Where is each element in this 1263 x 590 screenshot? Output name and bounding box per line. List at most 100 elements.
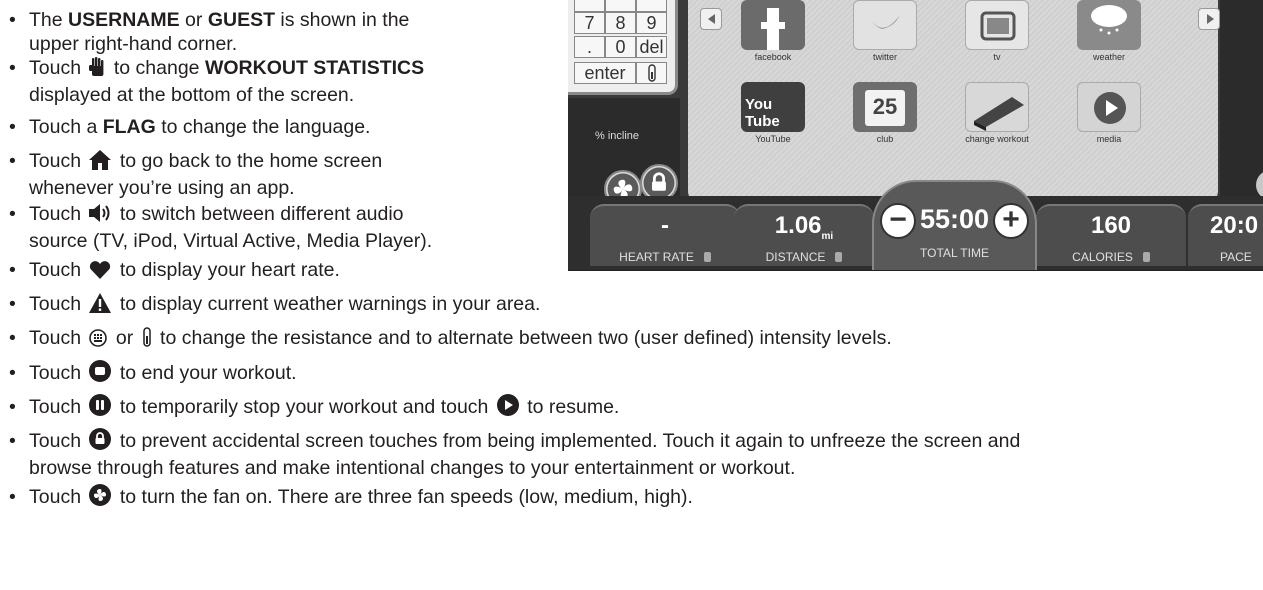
bullet-text: to change the language. <box>155 116 371 138</box>
bullet-text: Touch <box>29 259 87 281</box>
calendar-icon[interactable]: 25 <box>853 82 917 132</box>
bullet-dot: • <box>9 57 16 79</box>
media-play-icon[interactable] <box>1077 82 1141 132</box>
calendar-day: 25 <box>872 94 898 119</box>
app-label-weather: weather <box>1092 52 1126 62</box>
keypad-enter[interactable]: enter <box>574 62 636 84</box>
app-label-twitter: twitter <box>872 52 897 62</box>
twitter-icon[interactable] <box>853 0 917 50</box>
keypad-key-0[interactable]: 0 <box>605 36 636 58</box>
incline-label: % incline <box>595 130 640 142</box>
bullet-flag: • Touch a FLAG to change the language. <box>9 115 370 139</box>
stat-calories-label: CALORIES <box>1036 250 1186 264</box>
bullet-weather-warning: • Touch to display current weather warnin… <box>9 292 540 319</box>
app-label-youtube: YouTube <box>755 134 791 144</box>
next-arrow-button[interactable] <box>1198 8 1220 30</box>
bullet-text-line2: source (TV, iPod, Virtual Active, Media … <box>29 230 433 252</box>
bullet-dot: • <box>9 293 16 315</box>
prev-arrow-button[interactable] <box>700 8 722 30</box>
stop-icon <box>89 360 112 388</box>
keypad-key[interactable] <box>574 0 605 12</box>
keypad-key-dot[interactable]: . <box>574 36 605 58</box>
keypad-key-9[interactable]: 9 <box>636 12 667 34</box>
bullet-dot: • <box>9 150 16 172</box>
bullet-text: to temporarily stop your workout and tou… <box>114 396 494 418</box>
keypad-key[interactable] <box>636 0 667 12</box>
bullet-text: Touch <box>29 486 87 508</box>
bullet-text: Touch <box>29 57 87 79</box>
bullet-text: to end your workout. <box>114 362 297 384</box>
keypad-key[interactable] <box>605 0 636 12</box>
bullet-text: or <box>179 9 208 31</box>
weather-icon[interactable] <box>1077 0 1141 50</box>
stat-pace-value: 20:0 <box>1210 212 1259 239</box>
tv-icon[interactable] <box>965 0 1029 50</box>
facebook-icon[interactable] <box>741 0 805 50</box>
bullet-dot: • <box>9 116 16 138</box>
bullet-text: The <box>29 9 69 31</box>
increase-time-button[interactable]: + <box>993 203 1029 239</box>
bullet-text: to change <box>108 57 205 79</box>
bullet-text: Touch <box>29 362 87 384</box>
bullet-text: Touch <box>29 203 87 225</box>
bullet-bold-text: FLAG <box>102 116 156 138</box>
bullet-home: • Touch to go back to the home screen whe… <box>9 149 382 200</box>
stat-calories-value: 160 <box>1090 212 1132 239</box>
stat-distance-value: 1.06mi <box>774 212 834 242</box>
numeric-keypad: 7 8 9 . 0 del enter <box>568 0 678 95</box>
bullet-audio: • Touch to switch between different audio… <box>9 202 432 253</box>
stat-pace[interactable]: 20:0 PACE <box>1188 204 1263 266</box>
stat-pace-label: PACE <box>1220 250 1252 264</box>
bullet-text: to turn the fan on. There are three fan … <box>114 486 693 508</box>
stat-total-time: − 55:00 + TOTAL TIME <box>872 180 1037 270</box>
bullet-text-line2: whenever you’re using an app. <box>29 177 295 199</box>
bullet-text: Touch <box>29 150 87 172</box>
hand-icon <box>1142 252 1150 262</box>
youtube-logo-text: You Tube <box>745 96 780 130</box>
thermometer-icon[interactable] <box>636 62 667 84</box>
app-label-media: media <box>1096 134 1122 144</box>
stat-heart-rate[interactable]: - HEART RATE <box>590 204 740 266</box>
home-icon <box>89 150 112 176</box>
bullet-text: Touch a <box>29 116 103 138</box>
bullet-bold-text: USERNAME <box>68 9 180 31</box>
bullet-text-line2: displayed at the bottom of the screen. <box>29 84 355 106</box>
bullet-text-line2: browse through features and make intenti… <box>29 457 796 479</box>
bullet-text: to prevent accidental screen touches fro… <box>114 430 1021 452</box>
keypad-key-8[interactable]: 8 <box>605 12 636 34</box>
keypad-key-del[interactable]: del <box>636 36 667 58</box>
bullet-text: Touch <box>29 327 87 349</box>
stat-total-time-label: TOTAL TIME <box>920 246 989 260</box>
treadmill-screen-image: 7 8 9 . 0 del enter % incline facebook t… <box>568 0 1263 271</box>
lock-icon <box>89 428 112 456</box>
bullet-lock: • Touch to prevent accidental screen touc… <box>9 428 1020 480</box>
stat-heart-rate-value: - <box>661 212 669 239</box>
change-workout-icon[interactable] <box>965 82 1029 132</box>
stat-heart-rate-label: HEART RATE <box>590 250 740 264</box>
app-grid-panel: facebook twitter tv weather You Tube You… <box>688 0 1220 205</box>
bullet-text: Touch <box>29 396 87 418</box>
bullet-bold-text: WORKOUT STATISTICS <box>204 57 425 79</box>
bullet-dot: • <box>9 486 16 508</box>
bullet-dot: • <box>9 430 16 452</box>
bullet-text: to change the resistance and to alternat… <box>154 327 892 349</box>
youtube-icon[interactable]: You Tube <box>741 82 805 132</box>
bullet-heart-rate: • Touch to display your heart rate. <box>9 258 340 285</box>
bullet-dot: • <box>9 362 16 384</box>
bullet-text-line2: upper right-hand corner. <box>29 33 238 55</box>
bullet-fan: • Touch to turn the fan on. There are thr… <box>9 484 693 512</box>
hand-icon <box>703 252 711 262</box>
keypad-key-7[interactable]: 7 <box>574 12 605 34</box>
bullet-resistance: • Touch or to change the resistance and t… <box>9 326 892 353</box>
bullet-dot: • <box>9 203 16 225</box>
stat-calories[interactable]: 160 CALORIES <box>1036 204 1186 266</box>
app-label-tv: tv <box>993 52 1001 62</box>
bullet-bold-text: GUEST <box>207 9 275 31</box>
bullet-workout-statistics: • Touch to change WORKOUT STATISTICS disp… <box>9 56 424 107</box>
bullet-pause: • Touch to temporarily stop your workout … <box>9 394 619 422</box>
app-label-club: club <box>876 134 894 144</box>
stat-distance[interactable]: 1.06mi DISTANCE <box>734 204 874 266</box>
heart-icon <box>89 261 111 285</box>
app-label-facebook: facebook <box>754 52 792 62</box>
bullet-text: to resume. <box>521 396 620 418</box>
